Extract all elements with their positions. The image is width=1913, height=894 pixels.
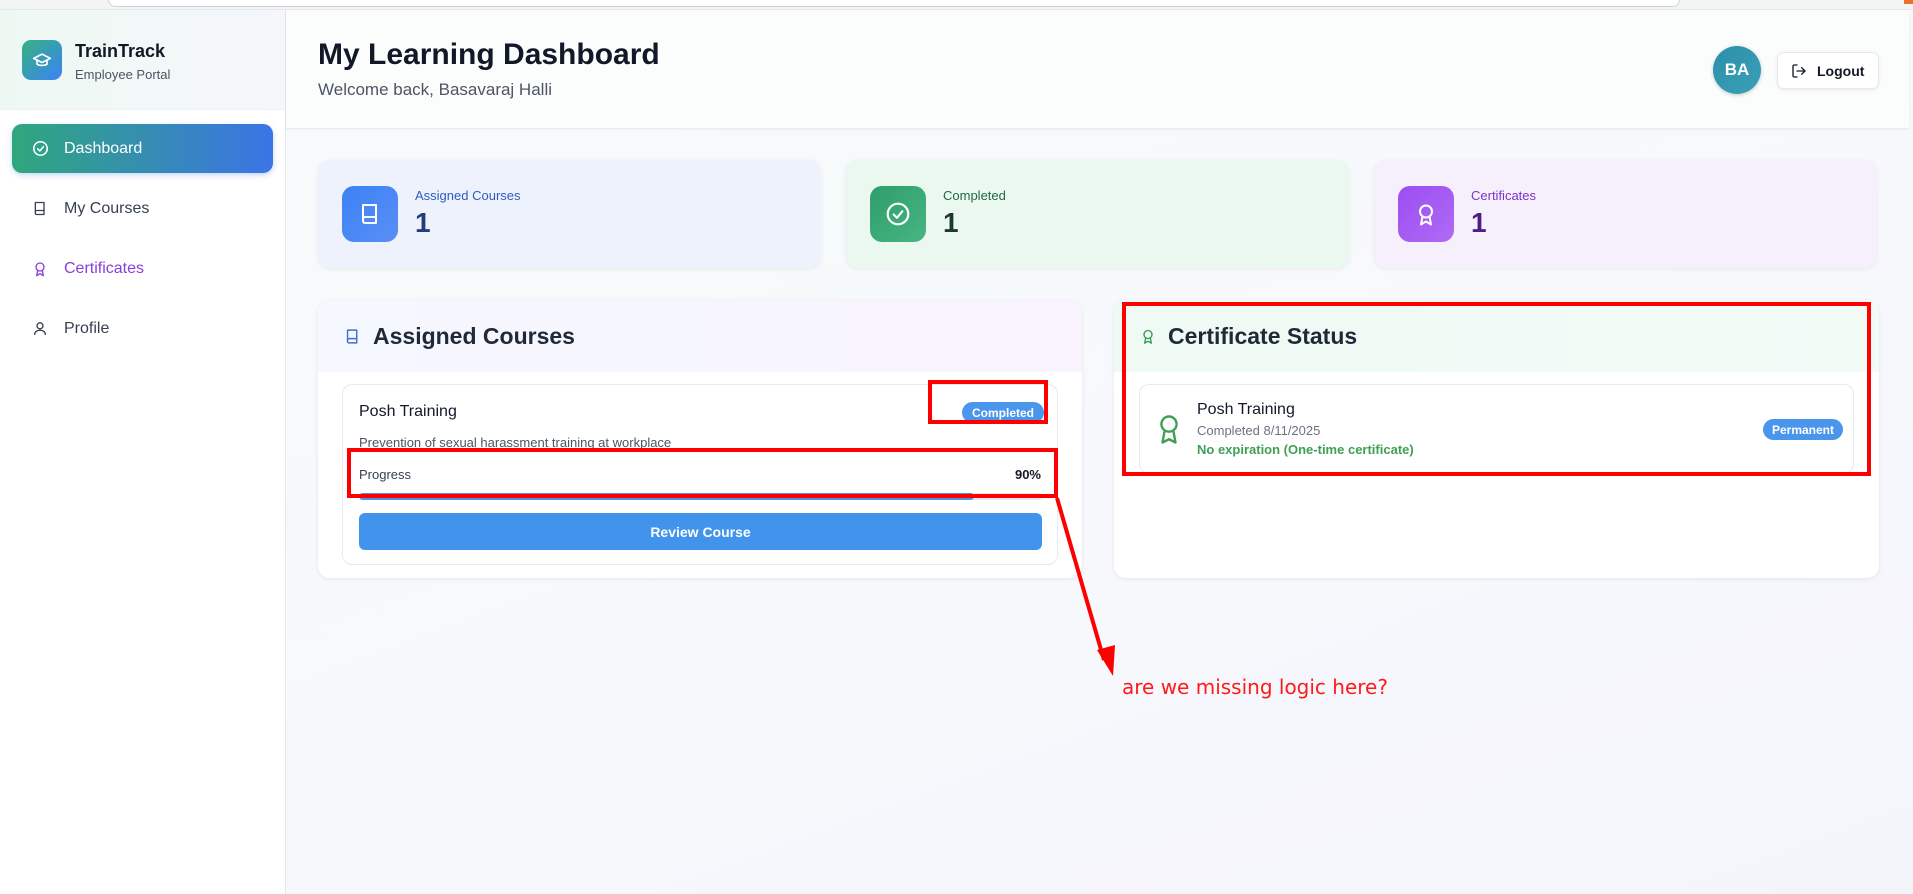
browser-chrome-strip bbox=[0, 0, 1913, 10]
book-icon bbox=[30, 199, 50, 219]
address-bar[interactable] bbox=[108, 0, 1680, 7]
sidebar-item-label: My Courses bbox=[64, 199, 150, 217]
sidebar-item-profile[interactable]: Profile bbox=[12, 304, 273, 353]
assigned-courses-panel: Assigned Courses Posh Training Completed… bbox=[318, 300, 1082, 578]
logout-icon bbox=[1791, 63, 1807, 79]
book-icon bbox=[342, 186, 398, 242]
sidebar: TrainTrack Employee Portal Dashboard My … bbox=[0, 10, 286, 894]
annotation-text: are we missing logic here? bbox=[1122, 675, 1388, 699]
stat-value: 1 bbox=[415, 206, 431, 238]
logout-button[interactable]: Logout bbox=[1777, 52, 1879, 89]
sidebar-item-label: Dashboard bbox=[64, 139, 143, 157]
award-icon bbox=[1398, 186, 1454, 242]
welcome-text: Welcome back, Basavaraj Halli bbox=[318, 80, 552, 99]
user-icon bbox=[30, 319, 50, 339]
book-icon bbox=[344, 327, 361, 346]
sidebar-item-my-courses[interactable]: My Courses bbox=[12, 184, 273, 233]
annotation-box-progress bbox=[347, 448, 1058, 498]
stat-card-completed: Completed 1 bbox=[846, 160, 1349, 268]
stat-card-assigned-courses: Assigned Courses 1 bbox=[318, 160, 821, 268]
course-title: Posh Training bbox=[359, 403, 457, 420]
browser-indicator bbox=[1904, 0, 1913, 4]
logout-label: Logout bbox=[1817, 62, 1865, 79]
sidebar-item-dashboard[interactable]: Dashboard bbox=[12, 124, 273, 173]
graduation-cap-icon bbox=[22, 40, 62, 80]
stat-label: Completed bbox=[943, 187, 1006, 203]
review-course-button[interactable]: Review Course bbox=[359, 513, 1042, 550]
annotation-box-certificate-status bbox=[1122, 302, 1871, 476]
panel-heading: Assigned Courses bbox=[318, 300, 1082, 372]
check-circle-icon bbox=[30, 139, 50, 159]
sidebar-item-label: Certificates bbox=[64, 259, 145, 277]
stat-label: Assigned Courses bbox=[415, 187, 521, 203]
sidebar-nav: Dashboard My Courses Certificates Profil… bbox=[0, 110, 285, 378]
stat-card-certificates: Certificates 1 bbox=[1374, 160, 1877, 268]
award-icon bbox=[30, 259, 50, 279]
panel-title: Assigned Courses bbox=[373, 322, 575, 349]
stat-value: 1 bbox=[1471, 206, 1487, 238]
sidebar-item-label: Profile bbox=[64, 319, 110, 337]
stat-label: Certificates bbox=[1471, 187, 1537, 203]
sidebar-item-certificates[interactable]: Certificates bbox=[12, 244, 273, 293]
page-header: My Learning Dashboard Welcome back, Basa… bbox=[286, 10, 1909, 129]
check-circle-icon bbox=[870, 186, 926, 242]
page-title: My Learning Dashboard bbox=[318, 38, 660, 71]
stat-value: 1 bbox=[943, 206, 959, 238]
avatar[interactable]: BA bbox=[1713, 46, 1761, 94]
app-name: TrainTrack bbox=[75, 41, 166, 61]
brand: TrainTrack Employee Portal bbox=[0, 10, 285, 110]
annotation-box-completed-badge bbox=[928, 380, 1048, 424]
app-subtitle: Employee Portal bbox=[75, 67, 171, 82]
